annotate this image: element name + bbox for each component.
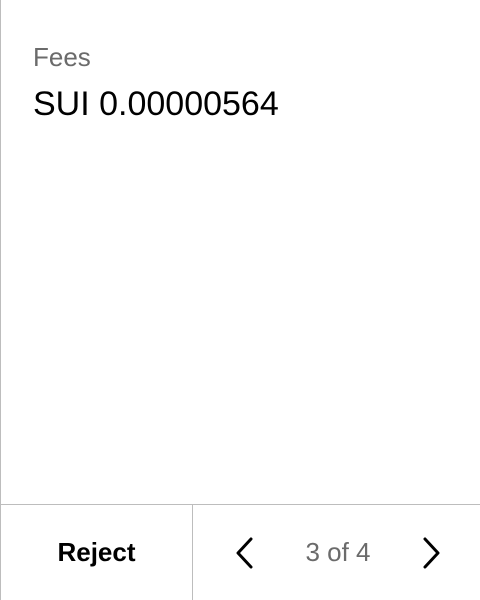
reject-button[interactable]: Reject: [1, 505, 193, 600]
next-page-button[interactable]: [409, 531, 453, 575]
review-screen: Fees SUI 0.00000564 Reject 3 of 4: [0, 0, 480, 600]
chevron-right-icon: [423, 537, 440, 568]
fees-value: SUI 0.00000564: [33, 85, 279, 123]
fees-label: Fees: [33, 42, 91, 72]
previous-page-button[interactable]: [223, 531, 267, 575]
page-indicator: 3 of 4: [305, 537, 371, 567]
pager: 3 of 4: [193, 505, 480, 600]
content-area: Fees SUI 0.00000564: [1, 0, 480, 504]
chevron-left-icon: [236, 537, 253, 568]
footer-bar: Reject 3 of 4: [1, 504, 480, 600]
